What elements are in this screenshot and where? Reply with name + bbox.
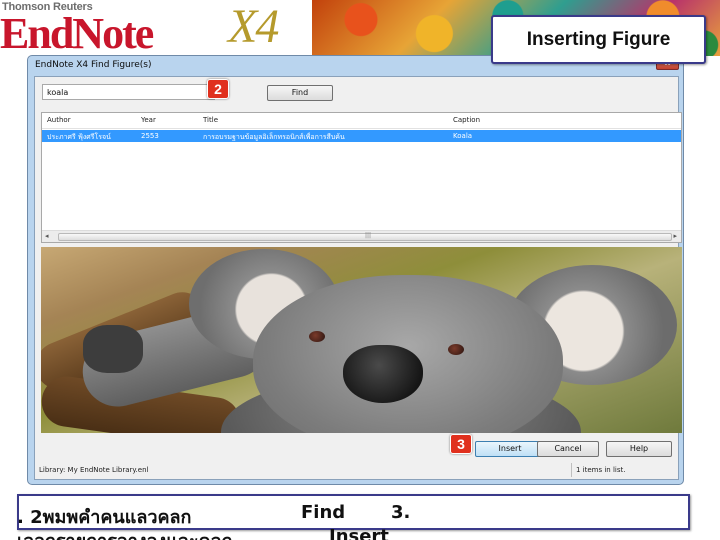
table-row[interactable]: ประภาศรี ฟุ้งศรีโรจน์ 2553 การอบรมฐานข้อ… <box>42 130 681 142</box>
table-header: Author Year Title Caption <box>42 113 681 129</box>
help-button[interactable]: Help <box>606 441 672 457</box>
caption-find-word: Find <box>301 502 346 523</box>
library-status: Library: My EndNote Library.enl <box>39 466 149 474</box>
cell-year: 2553 <box>141 132 159 140</box>
cell-title: การอบรมฐานข้อมูลอิเล็กทรอนิกส์เพื่อการสื… <box>203 133 345 141</box>
results-table: Author Year Title Caption ประภาศรี ฟุ้งศ… <box>41 112 682 243</box>
search-input[interactable] <box>42 84 215 100</box>
status-divider <box>571 463 572 477</box>
cancel-button[interactable]: Cancel <box>537 441 599 457</box>
koala-nose <box>343 345 423 403</box>
column-author[interactable]: Author <box>47 116 137 124</box>
koala-paw <box>83 325 143 373</box>
step-3-marker: 3 <box>450 434 472 454</box>
endnote-brand: Thomson Reuters EndNote X4 <box>0 0 312 56</box>
insert-button[interactable]: Insert <box>475 441 545 457</box>
figure-preview <box>41 247 682 433</box>
caption-insert-word: Insert <box>329 526 389 540</box>
scroll-grip-icon: ||| <box>365 232 372 239</box>
horizontal-scrollbar[interactable]: ◂ ||| ▸ <box>42 230 681 242</box>
column-caption[interactable]: Caption <box>453 116 573 124</box>
dialog-title: EndNote X4 Find Figure(s) <box>35 60 152 70</box>
cell-caption: Koala <box>453 132 473 140</box>
step-2-marker: 2 <box>207 79 229 99</box>
cell-author: ประภาศรี ฟุ้งศรีโรจน์ <box>47 133 111 141</box>
scroll-left-icon[interactable]: ◂ <box>45 232 49 240</box>
items-count-status: 1 items in list. <box>576 466 626 474</box>
x4-logo: X4 <box>228 0 279 53</box>
slide-title: Inserting Figure <box>491 15 706 64</box>
column-title[interactable]: Title <box>203 116 443 124</box>
column-year[interactable]: Year <box>141 116 196 124</box>
endnote-logo: EndNote <box>0 9 154 57</box>
scroll-thumb[interactable]: ||| <box>58 232 672 241</box>
find-figure-dialog: EndNote X4 Find Figure(s) x Find Author … <box>27 55 684 485</box>
koala-eye-right <box>448 344 464 355</box>
caption-step3-number: 3. <box>391 502 411 523</box>
koala-eye-left <box>309 331 325 342</box>
dialog-client-area: Find Author Year Title Caption ประภาศรี … <box>34 76 682 480</box>
caption-step3-text: เลอกรายการอางองและคลก <box>17 526 232 540</box>
scroll-right-icon[interactable]: ▸ <box>673 232 677 240</box>
find-button[interactable]: Find <box>267 85 333 101</box>
